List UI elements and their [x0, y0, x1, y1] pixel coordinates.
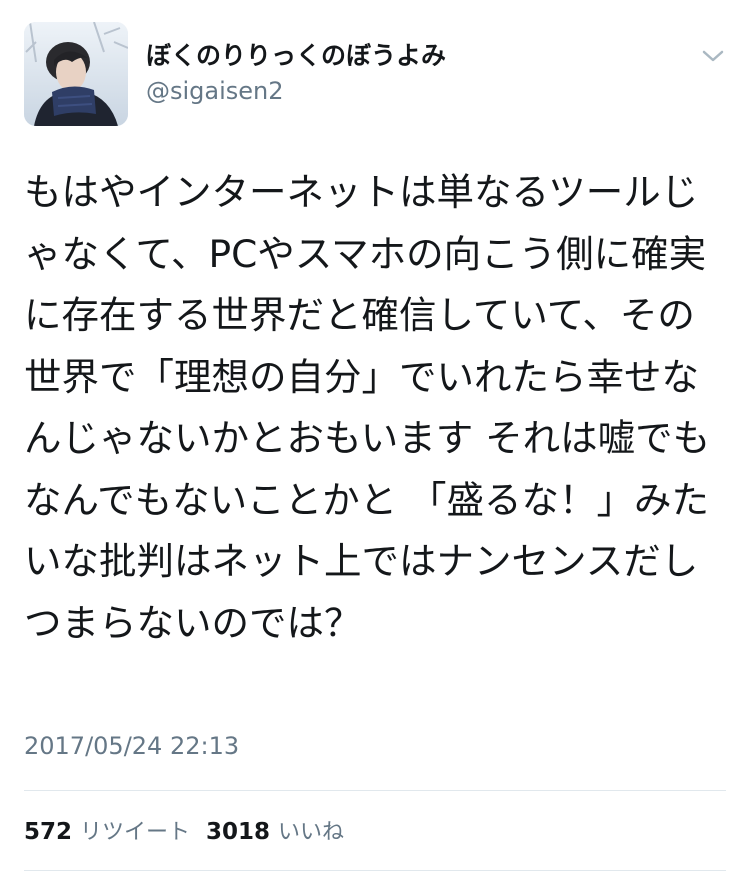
author-display-name[interactable]: ぼくのりりっくのぼうよみ: [146, 40, 666, 72]
author-handle[interactable]: @sigaisen2: [146, 76, 666, 106]
tweet-header: ぼくのりりっくのぼうよみ @sigaisen2: [24, 22, 726, 128]
user-avatar-photo: [24, 22, 128, 126]
divider: [24, 790, 726, 791]
retweet-stat[interactable]: 572 リツイート: [24, 814, 190, 846]
chevron-down-icon: [702, 50, 724, 62]
tweet-detail: ぼくのりりっくのぼうよみ @sigaisen2 もはやインターネットは単なるツー…: [0, 0, 750, 880]
tweet-menu-button[interactable]: [700, 46, 726, 66]
retweet-label: リツイート: [80, 820, 191, 845]
user-info: ぼくのりりっくのぼうよみ @sigaisen2: [146, 40, 666, 106]
retweet-count: 572: [24, 819, 73, 845]
divider: [24, 870, 726, 871]
like-label: いいね: [278, 820, 345, 845]
like-count: 3018: [206, 819, 271, 845]
like-stat[interactable]: 3018 いいね: [206, 814, 344, 846]
tweet-stats: 572 リツイート 3018 いいね: [24, 814, 360, 850]
tweet-text: もはやインターネットは単なるツールじゃなくて、PCやスマホの向こう側に確実に存在…: [24, 170, 711, 645]
tweet-timestamp[interactable]: 2017/05/24 22:13: [24, 730, 239, 762]
user-avatar[interactable]: [24, 22, 128, 126]
